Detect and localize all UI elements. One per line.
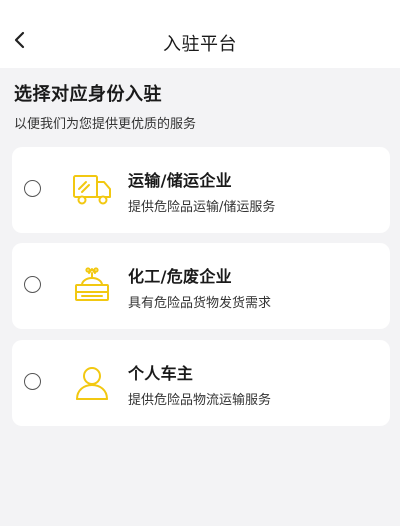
person-icon (76, 367, 108, 400)
option-title: 化工/危废企业 (128, 267, 232, 286)
option-card-transport[interactable]: 运输/储运企业 提供危险品运输/储运服务 (12, 147, 390, 233)
option-description: 提供危险品物流运输服务 (128, 393, 272, 408)
option-title: 个人车主 (128, 364, 194, 383)
intro-title: 选择对应身份入驻 (14, 84, 162, 105)
truck-icon (73, 175, 111, 205)
radio-button-chemical[interactable] (24, 276, 41, 293)
page-title: 入驻平台 (163, 34, 237, 55)
option-title: 运输/储运企业 (128, 171, 232, 190)
option-description: 提供危险品运输/储运服务 (128, 200, 276, 215)
option-card-individual[interactable]: 个人车主 提供危险品物流运输服务 (12, 340, 390, 426)
radio-button-transport[interactable] (24, 180, 41, 197)
intro-subtitle: 以便我们为您提供更优质的服务 (14, 117, 197, 132)
chemical-warehouse-icon (75, 267, 109, 301)
radio-button-individual[interactable] (24, 373, 41, 390)
app-header: 入驻平台 (0, 0, 400, 68)
option-card-chemical[interactable]: 化工/危废企业 具有危险品货物发货需求 (12, 243, 390, 329)
option-description: 具有危险品货物发货需求 (128, 296, 272, 311)
intro-section: 选择对应身份入驻 以便我们为您提供更优质的服务 (14, 84, 196, 134)
